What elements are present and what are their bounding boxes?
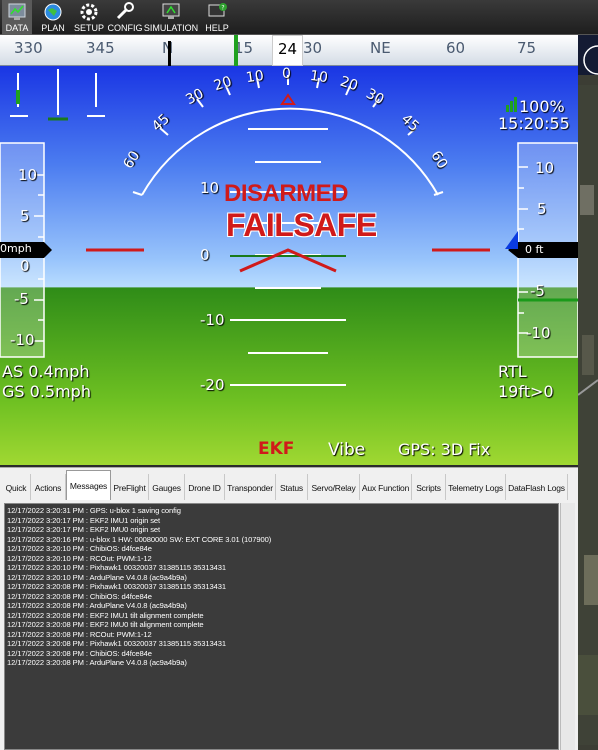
waypoint-distance: 19ft>0 (498, 382, 554, 401)
simulation-icon (162, 3, 180, 19)
vibe-status-button[interactable]: Vibe (328, 440, 365, 460)
message-line: 12/17/2022 3:20:10 PM : ArduPlane V4.0.8… (7, 573, 187, 582)
toolbar-config-label: CONFIG (107, 23, 143, 33)
message-line: 12/17/2022 3:20:10 PM : ChibiOS: d4fce84… (7, 544, 152, 553)
speed-tape-label: 10 (18, 166, 38, 184)
altitude-readout: 0 ft (525, 243, 544, 256)
tab-drone-id[interactable]: Drone ID (185, 474, 225, 501)
toolbar-data-button[interactable]: DATA (2, 0, 32, 35)
toolbar-setup-label: SETUP (73, 23, 104, 33)
tab-aux-function[interactable]: Aux Function (360, 474, 412, 501)
map-thumbnail (578, 35, 598, 745)
roll-pointer (280, 93, 296, 105)
toolbar-data-label: DATA (5, 23, 29, 33)
data-icon (8, 3, 26, 20)
svg-text:?: ? (221, 5, 224, 12)
hud-display[interactable]: 330 345 N 15 30 NE 60 75 24 (0, 35, 578, 465)
message-line: 12/17/2022 3:20:08 PM : ChibiOS: d4fce84… (7, 649, 152, 658)
bottom-tab-bar: Quick Actions Messages PreFlight Gauges … (0, 467, 578, 501)
tab-actions[interactable]: Actions (31, 474, 66, 501)
battery-signal-icon (506, 97, 517, 112)
clock-time: 15:20:55 (498, 114, 570, 133)
plan-icon (44, 3, 62, 21)
message-line: 12/17/2022 3:20:08 PM : RCOut: PWM:1-12 (7, 630, 152, 639)
message-line: 12/17/2022 3:20:16 PM : u-blox 1 HW: 000… (7, 535, 272, 544)
tab-servo-relay[interactable]: Servo/Relay (308, 474, 360, 501)
toolbar-setup-button[interactable]: SETUP (73, 0, 105, 35)
groundspeed-readout: GS 0.5mph (2, 382, 91, 401)
gps-status: GPS: 3D Fix (398, 440, 491, 459)
tab-scripts[interactable]: Scripts (412, 474, 446, 501)
message-line: 12/17/2022 3:20:10 PM : RCOut: PWM:1-12 (7, 554, 152, 563)
message-line: 12/17/2022 3:20:10 PM : Pixhawk1 0032003… (7, 563, 227, 572)
failsafe-status: FAILSAFE (226, 207, 377, 243)
roll-label: 10 (308, 67, 329, 87)
pitch-label: -20 (200, 376, 225, 394)
tab-dataflash-logs[interactable]: DataFlash Logs (506, 474, 568, 501)
aircraft-symbol (86, 248, 490, 273)
altitude-tape-label: 5 (537, 200, 547, 218)
roll-ticks (132, 75, 444, 196)
speed-tape-label: -5 (14, 290, 29, 308)
roll-label: 10 (244, 67, 265, 87)
tab-transponder[interactable]: Transponder (225, 474, 276, 501)
tab-gauges[interactable]: Gauges (149, 474, 185, 501)
airspeed-readout: AS 0.4mph (2, 362, 90, 381)
speed-tape-label: 0 (20, 257, 30, 275)
message-line: 12/17/2022 3:20:08 PM : EKF2 IMU0 tilt a… (7, 620, 204, 629)
message-line: 12/17/2022 3:20:08 PM : Pixhawk1 0032003… (7, 582, 227, 591)
main-toolbar: DATA PLAN SETUP CONFIG SIMULATION ? HELP (0, 0, 598, 35)
message-line: 12/17/2022 3:20:08 PM : Pixhawk1 0032003… (7, 639, 227, 648)
tab-status[interactable]: Status (276, 474, 308, 501)
flight-mode: RTL (498, 362, 527, 381)
setup-icon (80, 3, 98, 21)
altitude-tape-label: -5 (530, 282, 545, 300)
toolbar-plan-button[interactable]: PLAN (38, 0, 68, 35)
pitch-label: -10 (200, 311, 225, 329)
tab-messages[interactable]: Messages (66, 470, 111, 501)
altitude-tape-label: 10 (535, 159, 555, 177)
speed-tape-label: 5 (20, 207, 30, 225)
help-icon: ? (208, 3, 227, 17)
altitude-tape-label: -10 (526, 324, 551, 342)
config-icon (116, 2, 134, 20)
yaw-indicators (10, 69, 105, 121)
tab-telemetry-logs[interactable]: Telemetry Logs (446, 474, 506, 501)
speed-readout: 0mph (0, 242, 32, 255)
message-line: 12/17/2022 3:20:08 PM : EKF2 IMU1 tilt a… (7, 611, 204, 620)
tab-quick[interactable]: Quick (2, 474, 31, 501)
message-line: 12/17/2022 3:20:08 PM : ChibiOS: d4fce84… (7, 592, 152, 601)
message-line: 12/17/2022 3:20:31 PM : GPS: u-blox 1 sa… (7, 506, 181, 515)
toolbar-plan-label: PLAN (41, 23, 65, 33)
messages-scrollbar[interactable] (560, 503, 575, 750)
ekf-status-button[interactable]: EKF (258, 439, 294, 459)
message-line: 12/17/2022 3:20:17 PM : EKF2 IMU0 origin… (7, 525, 161, 534)
roll-label: 0 (282, 66, 291, 82)
message-line: 12/17/2022 3:20:08 PM : ArduPlane V4.0.8… (7, 658, 187, 667)
toolbar-help-button[interactable]: ? HELP (202, 0, 232, 35)
map-panel[interactable] (578, 35, 598, 750)
speed-tape-label: -10 (10, 331, 35, 349)
tab-preflight[interactable]: PreFlight (111, 474, 149, 501)
message-line: 12/17/2022 3:20:17 PM : EKF2 IMU1 origin… (7, 516, 161, 525)
pitch-label: 0 (200, 246, 210, 264)
toolbar-help-label: HELP (205, 23, 229, 33)
climb-rate-indicator (505, 231, 518, 249)
toolbar-simulation-label: SIMULATION (143, 23, 199, 33)
message-line: 12/17/2022 3:20:08 PM : ArduPlane V4.0.8… (7, 601, 187, 610)
toolbar-simulation-button[interactable]: SIMULATION (143, 0, 199, 35)
toolbar-config-button[interactable]: CONFIG (107, 0, 143, 35)
pitch-label: 10 (200, 179, 220, 197)
disarmed-status: DISARMED (224, 180, 349, 207)
messages-list[interactable]: 12/17/2022 3:20:31 PM : GPS: u-blox 1 sa… (4, 503, 559, 750)
